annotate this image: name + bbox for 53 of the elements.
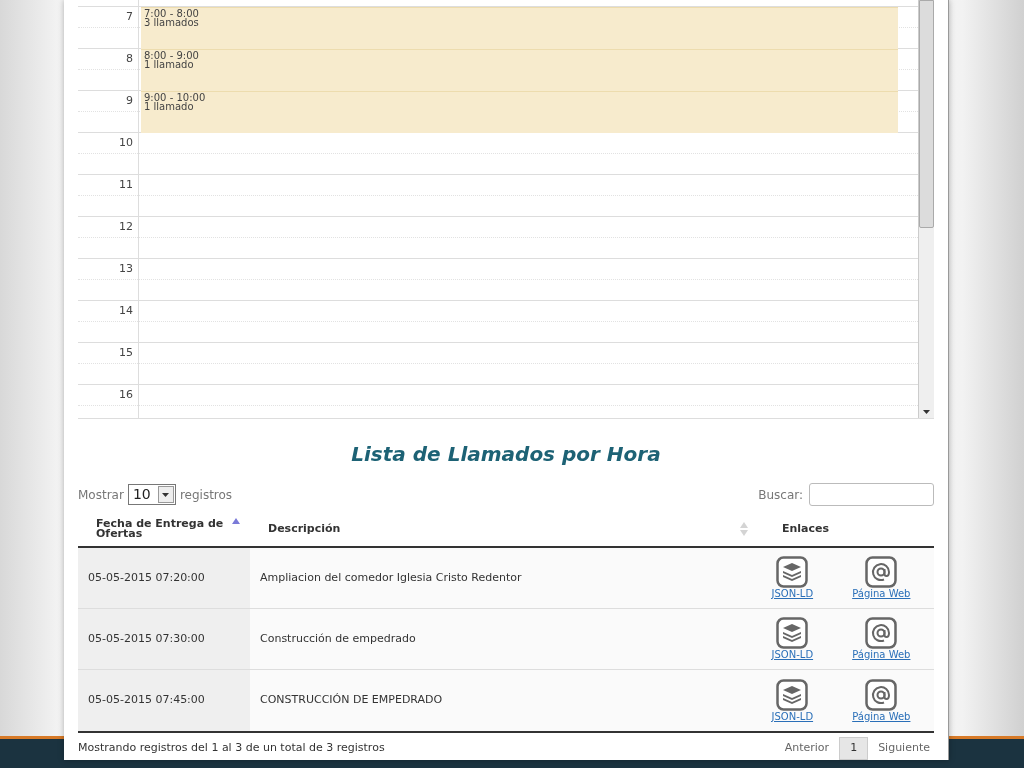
description-cell-text: Construcción de empedrado <box>260 630 416 647</box>
hour-label: 13 <box>119 260 133 277</box>
event-time: 8:00 - 9:00 <box>144 51 200 60</box>
calendar-event[interactable]: 7:00 - 8:00 3 llamados <box>141 7 898 49</box>
at-sign-icon <box>865 617 898 649</box>
show-label: Mostrar <box>78 486 124 504</box>
at-sign-icon <box>865 678 898 711</box>
pagination-button[interactable]: Anterior <box>780 738 834 759</box>
hour-label: 7 <box>126 8 133 25</box>
description-cell-text: Ampliacion del comedor Iglesia Cristo Redentor <box>260 569 522 586</box>
search-field[interactable] <box>809 483 934 506</box>
calendar-event[interactable]: 8:00 - 9:00 1 llamado <box>141 49 898 91</box>
column-header: Enlaces <box>782 520 830 537</box>
event-time: 7:00 - 8:00 <box>144 9 200 18</box>
event-count: 3 llamados <box>144 18 200 27</box>
column-header[interactable]: Descripción <box>268 520 740 538</box>
dropdown-caret-icon <box>162 492 170 497</box>
date-cell: 05-05-2015 07:45:00 <box>88 692 205 709</box>
scroll-down-icon <box>923 410 930 414</box>
calendar-event[interactable]: 9:00 - 10:00 1 llamado <box>141 91 898 133</box>
hour-label: 11 <box>119 176 133 193</box>
pagination-button[interactable]: Siguiente <box>874 738 934 759</box>
hour-label: 14 <box>119 302 133 319</box>
json-ld-link[interactable]: JSON-LD <box>771 617 814 661</box>
pagination-button[interactable]: 1 <box>839 737 869 760</box>
web-page-link[interactable]: Página Web <box>852 617 911 661</box>
hour-label: 16 <box>119 386 133 403</box>
layers-icon <box>776 617 809 649</box>
date-cell-text: 05-05-2015 07:20:00 <box>88 569 205 586</box>
json-ld-link[interactable]: JSON-LD <box>771 678 814 723</box>
event-time: 9:00 - 10:00 <box>144 93 207 102</box>
hour-label: 15 <box>119 344 133 361</box>
hour-label: 12 <box>119 218 133 235</box>
json-ld-link[interactable]: JSON-LD <box>771 556 814 600</box>
records-label: registros <box>179 486 233 504</box>
web-page-link[interactable]: Página Web <box>852 556 911 600</box>
hour-label: 9 <box>126 92 133 109</box>
table-info: Mostrando registros del 1 al 3 de un total de 3 registros <box>78 740 385 756</box>
event-count: 1 llamado <box>144 102 194 111</box>
scrollbar[interactable] <box>918 0 934 418</box>
layers-icon <box>776 556 809 588</box>
hour-label: 8 <box>126 50 133 67</box>
section-title: Lista de Llamados por Hora <box>351 441 661 468</box>
date-cell-text: 05-05-2015 07:30:00 <box>88 630 205 647</box>
event-count: 1 llamado <box>144 60 194 69</box>
hour-label: 10 <box>119 134 133 151</box>
web-page-link[interactable]: Página Web <box>852 678 911 723</box>
search-label: Buscar: <box>758 486 803 504</box>
layers-icon <box>776 678 809 711</box>
page-length-select[interactable]: 10 <box>127 484 176 505</box>
at-sign-icon <box>865 556 898 588</box>
column-header[interactable]: Fecha de Entrega de Ofertas <box>96 519 226 539</box>
description-cell: CONSTRUCCIÓN DE EMPEDRADO <box>260 692 443 709</box>
